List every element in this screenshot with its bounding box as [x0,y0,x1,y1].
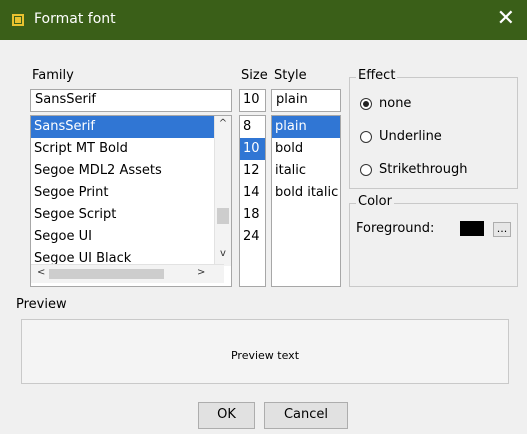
size-input[interactable]: 10 [239,89,266,112]
foreground-label: Foreground: [356,221,435,236]
family-list-item[interactable]: Segoe MDL2 Assets [31,160,231,182]
effect-radio-underline[interactable]: Underline [360,128,510,148]
effect-option-label: Underline [379,129,442,144]
window-title: Format font [34,11,116,27]
family-list-item[interactable]: Script MT Bold [31,138,231,160]
family-label: Family [32,68,74,83]
cancel-button[interactable]: Cancel [264,402,348,429]
style-list[interactable]: plain bold italic bold italic [271,115,341,287]
size-list-item[interactable]: 10 [240,138,265,160]
scroll-thumb[interactable] [217,208,229,224]
family-list-item[interactable]: SansSerif [31,116,231,138]
style-list-item[interactable]: bold italic [272,182,340,204]
family-list[interactable]: SansSerif Script MT Bold Segoe MDL2 Assets… [30,115,232,287]
radio-selected-dot [363,101,369,107]
style-list-item[interactable]: bold [272,138,340,160]
family-input[interactable]: SansSerif [30,89,232,112]
size-list-item[interactable]: 24 [240,226,265,248]
effect-group-title: Effect [356,68,398,83]
color-picker-button[interactable]: ... [493,222,511,237]
radio-button-icon[interactable] [360,98,372,110]
color-group [349,203,518,287]
family-list-item[interactable]: Segoe Script [31,204,231,226]
title-bar: Format font ✕ [0,0,527,40]
font-icon [12,14,24,26]
style-list-item[interactable]: italic [272,160,340,182]
radio-button-icon[interactable] [360,131,372,143]
scroll-left-icon[interactable]: < [37,267,45,278]
size-list-item[interactable]: 12 [240,160,265,182]
family-list-item[interactable]: Segoe UI [31,226,231,248]
size-list-item[interactable]: 18 [240,204,265,226]
size-label: Size [241,68,268,83]
scroll-down-icon[interactable]: v [215,248,231,259]
close-icon[interactable]: ✕ [497,6,515,32]
style-input[interactable]: plain [271,89,341,112]
preview-text: Preview text [230,349,300,362]
scroll-right-icon[interactable]: > [197,267,205,278]
style-label: Style [274,68,307,83]
style-list-item[interactable]: plain [272,116,340,138]
ok-button[interactable]: OK [198,402,255,429]
effect-radio-none[interactable]: none [360,95,510,115]
effect-radio-strikethrough[interactable]: Strikethrough [360,161,510,181]
radio-button-icon[interactable] [360,164,372,176]
preview-label: Preview [16,297,67,312]
scroll-thumb[interactable] [49,269,164,279]
size-list[interactable]: 8 10 12 14 18 24 [239,115,266,287]
family-list-item[interactable]: Segoe Print [31,182,231,204]
size-list-item[interactable]: 14 [240,182,265,204]
effect-option-label: none [379,96,412,111]
size-list-item[interactable]: 8 [240,116,265,138]
family-horizontal-scrollbar[interactable]: < > [31,264,224,283]
foreground-color-swatch[interactable] [460,221,484,236]
family-vertical-scrollbar[interactable]: ^ v [214,116,231,266]
effect-option-label: Strikethrough [379,162,468,177]
preview-area: Preview text [21,319,509,384]
scroll-up-icon[interactable]: ^ [215,118,231,129]
color-group-title: Color [356,194,394,209]
